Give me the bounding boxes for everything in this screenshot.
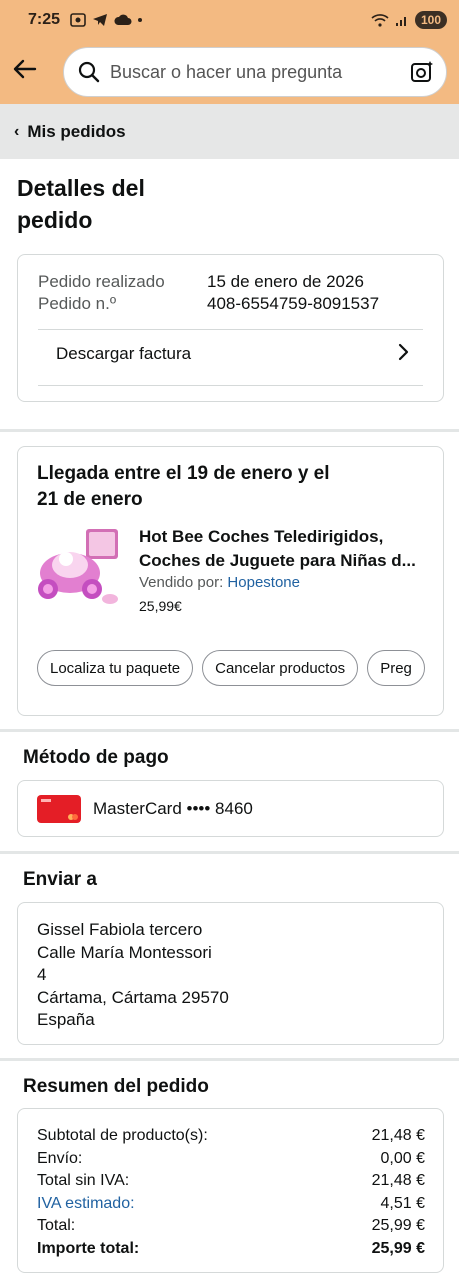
status-notification-icons [70,13,143,27]
payment-heading: Método de pago [23,747,169,768]
address-line: Cártama, Cártama 29570 [37,987,229,1007]
summary-label: Total sin IVA: [37,1172,130,1189]
status-bar: 7:25 100 [0,0,459,40]
order-placed-value: 15 de enero de 2026 [207,272,364,291]
chevron-left-icon: ‹ [14,122,20,140]
cancel-items-button[interactable]: Cancelar productos [202,650,359,686]
order-placed-label: Pedido realizado [38,272,165,291]
summary-value: 21,48 € [371,1127,425,1144]
product-title-line-1: Hot Bee Coches Teledirigidos, [139,527,384,546]
summary-value: 21,48 € [371,1172,425,1189]
summary-row-total: Total: 25,99 € [37,1215,425,1237]
breadcrumb-label: Mis pedidos [27,121,126,141]
section-divider [0,429,459,432]
summary-value: 0,00 € [380,1150,425,1167]
summary-label: Total: [37,1217,76,1234]
summary-row-grand-total: Importe total: 25,99 € [37,1238,425,1260]
search-input[interactable]: Buscar o hacer una pregunta [63,47,447,97]
signal-icon [395,17,406,26]
shipment-actions: Localiza tu paquete Cancelar productos P… [37,650,429,686]
summary-label: Subtotal de producto(s): [37,1127,208,1144]
camera-icon[interactable] [410,60,434,84]
card-info: MasterCard •••• 8460 [93,799,253,818]
address-line: 4 [37,965,47,984]
summary-value: 25,99 € [371,1217,425,1234]
order-number-value: 408-6554759-8091537 [207,294,380,313]
section-divider [0,729,459,732]
search-placeholder: Buscar o hacer una pregunta [110,61,343,82]
summary-row-estimated-tax: IVA estimado: 4,51 € [37,1193,425,1215]
order-summary-card: Subtotal de producto(s): 21,48 € Envío: … [17,1108,444,1273]
battery-indicator: 100 [414,11,447,29]
ask-question-button[interactable]: Preg [367,650,425,686]
product-title-line-2: Coches de Juguete para Niñas d... [139,551,416,570]
payment-card: MasterCard •••• 8460 [17,780,444,837]
back-arrow-icon[interactable] [12,56,38,82]
address-line: España [37,1010,95,1029]
search-icon [78,61,100,83]
screenshot-icon [70,13,86,27]
summary-label: Importe total: [37,1240,140,1257]
download-invoice-link[interactable]: Descargar factura [56,344,191,364]
order-info-card: Pedido realizado 15 de enero de 2026 Ped… [17,254,444,402]
mastercard-icon [37,795,81,823]
arrival-estimate: Llegada entre el 19 de enero y el 21 de … [37,461,377,513]
chevron-right-icon[interactable] [395,342,411,362]
summary-row-shipping: Envío: 0,00 € [37,1148,425,1170]
product-image[interactable] [36,523,122,611]
summary-value: 4,51 € [380,1195,425,1212]
shipment-card: Llegada entre el 19 de enero y el 21 de … [17,446,444,716]
summary-value: 25,99 € [371,1240,425,1257]
order-summary-heading: Resumen del pedido [23,1076,209,1097]
divider [38,385,423,386]
section-divider [0,1058,459,1061]
section-divider [0,851,459,854]
seller-link[interactable]: Hopestone [227,574,300,591]
address-line: Gissel Fabiola tercero [37,920,203,939]
more-notifications-dot [138,18,143,22]
arrival-line-1: Llegada entre el 19 de enero y el [37,463,330,484]
arrival-line-2: 21 de enero [37,489,143,510]
address-card: Gissel Fabiola tercero Calle María Monte… [17,902,444,1045]
page-title: Detalles del pedido [17,175,145,233]
wifi-icon [371,14,389,27]
track-package-button[interactable]: Localiza tu paquete [37,650,194,686]
summary-label: Envío: [37,1150,83,1167]
app-header: 7:25 100 Buscar o hacer una pregunta [0,0,459,104]
seller-info: Vendido por: Hopestone [139,574,300,591]
status-right-icons: 100 [371,11,447,29]
breadcrumb[interactable]: ‹ Mis pedidos [0,104,459,159]
shipping-address: Gissel Fabiola tercero Calle María Monte… [37,919,229,1032]
ship-to-heading: Enviar a [23,869,97,890]
address-line: Calle María Montessori [37,942,212,962]
estimated-tax-link[interactable]: IVA estimado: [37,1193,135,1215]
sold-by-label: Vendido por: [139,574,224,591]
telegram-icon [93,14,108,26]
summary-row-subtotal: Subtotal de producto(s): 21,48 € [37,1125,425,1147]
order-number-label: Pedido n.º [38,294,117,313]
status-time: 7:25 [28,11,61,28]
divider [38,329,423,330]
summary-row-total-before-tax: Total sin IVA: 21,48 € [37,1170,425,1192]
product-title[interactable]: Hot Bee Coches Teledirigidos, Coches de … [139,525,429,573]
product-price: 25,99€ [139,598,182,614]
cloud-icon [114,14,132,25]
